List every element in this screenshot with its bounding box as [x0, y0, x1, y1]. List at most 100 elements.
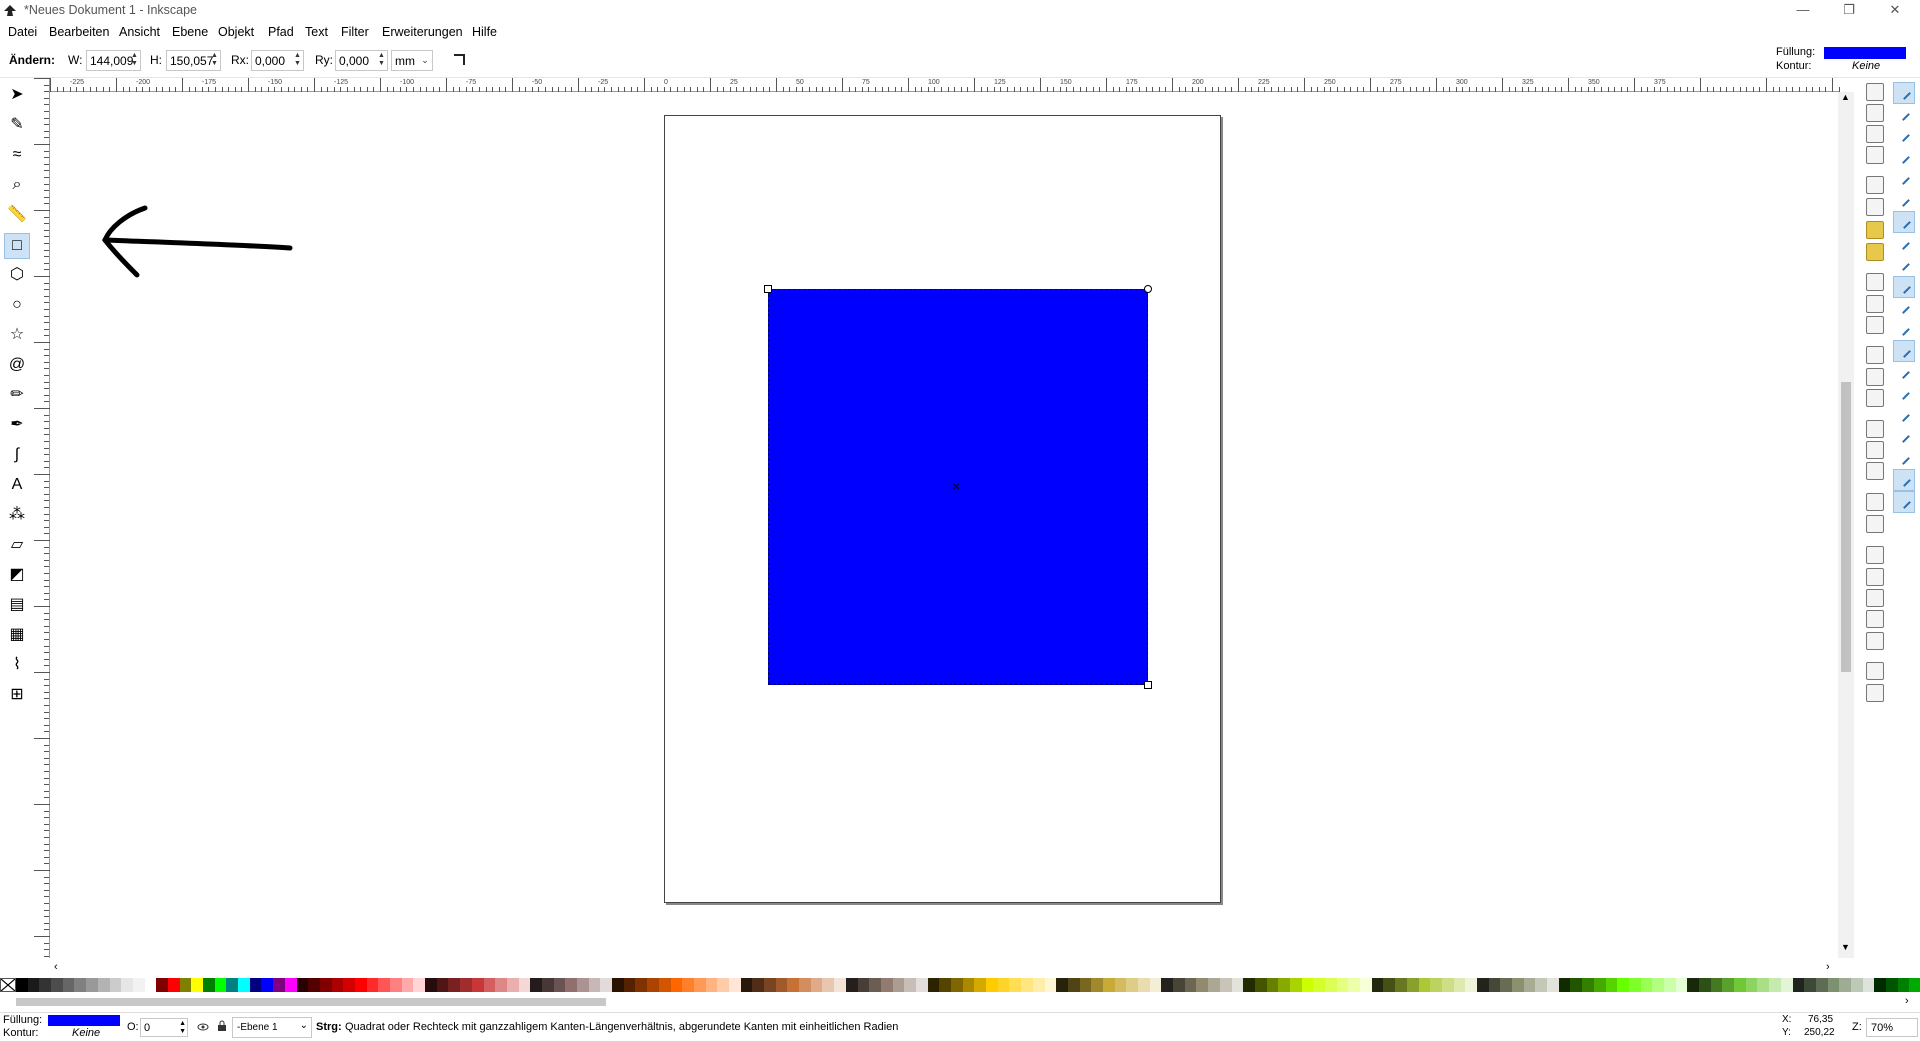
palette-swatch[interactable] [1897, 978, 1910, 992]
snap-toggle-icon[interactable] [1893, 125, 1915, 147]
vertical-scrollbar[interactable]: ▲ ▼ [1838, 92, 1854, 958]
palette-swatch[interactable] [1021, 978, 1033, 992]
palette-swatch[interactable] [1138, 978, 1150, 992]
palette-swatch[interactable] [740, 978, 753, 992]
palette-swatch[interactable] [1383, 978, 1396, 992]
group-icon[interactable] [1866, 493, 1884, 511]
palette-swatch[interactable] [1839, 978, 1851, 992]
palette-swatch[interactable] [460, 978, 472, 992]
zoom-selection-icon[interactable] [1866, 346, 1884, 364]
palette-swatch[interactable] [191, 978, 203, 992]
palette-swatch[interactable] [635, 978, 648, 992]
palette-swatch[interactable] [1102, 978, 1115, 992]
palette-swatch[interactable] [647, 978, 659, 992]
style-indicator[interactable]: Füllung: Kontur: Keine [1776, 46, 1916, 76]
palette-swatch[interactable] [787, 978, 800, 992]
palette-swatch[interactable] [1745, 978, 1758, 992]
mesh-tool-icon[interactable]: ▦ [4, 623, 30, 649]
pen-tool-icon[interactable]: ✒ [4, 413, 30, 439]
unit-dropdown[interactable]: mm ⌄ [391, 50, 433, 71]
eraser-tool-icon[interactable]: ▱ [4, 533, 30, 559]
palette-swatch[interactable] [1289, 978, 1302, 992]
palette-swatch[interactable] [541, 978, 554, 992]
menu-layer[interactable]: Ebene [172, 25, 208, 39]
print-icon[interactable] [1866, 146, 1884, 164]
zoom-drawing-icon[interactable] [1866, 368, 1884, 386]
palette-swatch[interactable] [1582, 978, 1594, 992]
lock-icon[interactable] [217, 1020, 227, 1032]
palette-swatch[interactable] [471, 978, 484, 992]
unlink-clone-icon[interactable] [1866, 462, 1884, 480]
menu-path[interactable]: Pfad [268, 25, 294, 39]
palette-swatch[interactable] [167, 978, 180, 992]
palette-swatch[interactable] [1406, 978, 1419, 992]
3dbox-tool-icon[interactable]: ⬡ [4, 263, 30, 289]
palette-swatch[interactable] [1091, 978, 1103, 992]
palette-swatch[interactable] [203, 978, 215, 992]
spiral-tool-icon[interactable]: @ [4, 353, 30, 379]
palette-swatch[interactable] [880, 978, 893, 992]
snap-toggle-icon[interactable] [1893, 469, 1915, 491]
palette-swatch[interactable] [1874, 978, 1886, 992]
maximize-button[interactable]: ❐ [1826, 0, 1872, 22]
palette-swatch[interactable] [1804, 978, 1816, 992]
palette-scroll-right-icon[interactable]: › [1905, 995, 1909, 1007]
palette-swatch[interactable] [717, 978, 729, 992]
width-spinbox[interactable]: 144,009 ▲ ▼ [86, 50, 141, 71]
palette-swatch[interactable] [179, 978, 192, 992]
duplicate-icon[interactable] [1866, 420, 1884, 438]
palette-swatch[interactable] [1710, 978, 1723, 992]
horizontal-scrollbar[interactable]: ‹ › [50, 960, 1840, 976]
palette-swatch[interactable] [1476, 978, 1489, 992]
zoom-tool-icon[interactable]: ⌕ [4, 173, 30, 199]
snap-toggle-icon[interactable] [1893, 340, 1915, 362]
vertical-scroll-thumb[interactable] [1841, 382, 1851, 672]
palette-swatch[interactable] [261, 978, 274, 992]
menu-text[interactable]: Text [305, 25, 328, 39]
palette-swatch[interactable] [425, 978, 437, 992]
palette-swatch[interactable] [565, 978, 577, 992]
palette-swatch[interactable] [495, 978, 507, 992]
palette-swatch[interactable] [752, 978, 764, 992]
menu-view[interactable]: Ansicht [119, 25, 160, 39]
palette-swatch[interactable] [612, 978, 624, 992]
spin-arrows-icon[interactable]: ▲ ▼ [130, 52, 139, 69]
cut-icon[interactable] [1866, 295, 1884, 313]
palette-swatch[interactable] [1699, 978, 1711, 992]
palette-swatch[interactable] [1231, 978, 1244, 992]
paste-icon[interactable] [1866, 316, 1884, 334]
palette-swatch[interactable] [600, 978, 613, 992]
no-paint-swatch[interactable] [0, 978, 16, 992]
palette-swatch[interactable] [530, 978, 542, 992]
palette-swatch[interactable] [1044, 978, 1057, 992]
palette-swatch[interactable] [1173, 978, 1185, 992]
palette-swatch[interactable] [1593, 978, 1606, 992]
palette-swatch[interactable] [1056, 978, 1068, 992]
dropper-tool-icon[interactable]: ⌇ [4, 653, 30, 679]
palette-swatch[interactable] [366, 978, 379, 992]
palette-swatch[interactable] [1266, 978, 1279, 992]
palette-swatch[interactable] [1687, 978, 1699, 992]
palette-swatch[interactable] [1628, 978, 1641, 992]
palette-swatch[interactable] [623, 978, 636, 992]
palette-swatch[interactable] [799, 978, 811, 992]
palette-swatch[interactable] [1441, 978, 1454, 992]
palette-swatch[interactable] [834, 978, 846, 992]
opacity-spinbox[interactable]: 0 ▲ ▼ [140, 1018, 188, 1037]
layers-icon[interactable] [1866, 589, 1884, 607]
palette-swatch[interactable] [51, 978, 63, 992]
fill-stroke-icon[interactable] [1866, 546, 1884, 564]
star-tool-icon[interactable]: ☆ [4, 323, 30, 349]
palette-swatch[interactable] [1360, 978, 1372, 992]
spray-tool-icon[interactable]: ⁂ [4, 503, 30, 529]
palette-swatch[interactable] [869, 978, 881, 992]
menu-object[interactable]: Objekt [218, 25, 254, 39]
bucket-tool-icon[interactable]: ◩ [4, 563, 30, 589]
xml-editor-icon[interactable] [1866, 610, 1884, 628]
snap-toggle-icon[interactable] [1893, 104, 1915, 126]
palette-swatch[interactable] [658, 978, 671, 992]
palette-swatch[interactable] [1652, 978, 1664, 992]
palette-swatch[interactable] [284, 978, 297, 992]
palette-swatch[interactable] [1558, 978, 1571, 992]
palette-swatch[interactable] [1617, 978, 1629, 992]
